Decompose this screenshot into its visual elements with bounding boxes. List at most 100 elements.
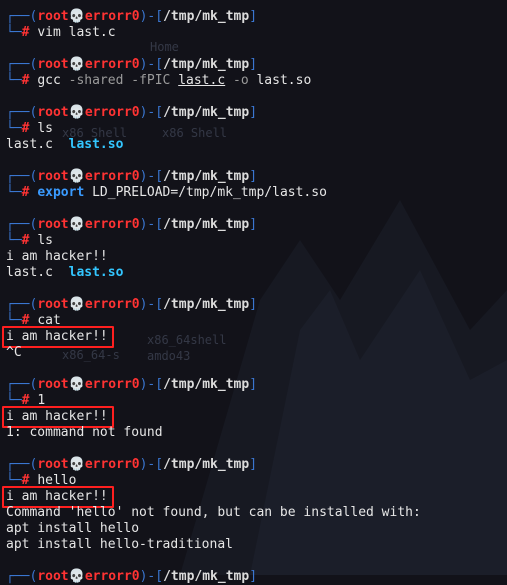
output-line: ^C: [6, 345, 501, 361]
command-text: ls: [37, 233, 53, 248]
skull-icon: 💀: [68, 297, 85, 312]
prompt-user: root: [37, 9, 69, 24]
prompt-bracket-close: ]: [249, 297, 258, 312]
command-line: └─# ls: [6, 233, 501, 249]
prompt-corner: └─: [6, 121, 22, 136]
prompt-line: ┌──(root💀errorr0)-[/tmp/mk_tmp]: [6, 57, 501, 73]
command-text: gcc: [37, 73, 69, 88]
output-line: apt install hello-traditional: [6, 537, 501, 553]
prompt-user: root: [37, 297, 69, 312]
skull-icon: 💀: [68, 377, 85, 392]
prompt-bracket-open: ┌──(: [6, 457, 38, 472]
output-text: last.c: [6, 137, 69, 152]
command-line: └─# export LD_PRELOAD=/tmp/mk_tmp/last.s…: [6, 185, 501, 201]
prompt-bracket-open: ┌──(: [6, 169, 38, 184]
command-text: ls: [37, 121, 53, 136]
output-text: last.c: [6, 265, 69, 280]
output-text: Command 'hello' not found, but can be in…: [6, 505, 421, 520]
output-text: i am hacker!!: [6, 329, 108, 344]
output-text: i am hacker!!: [6, 249, 108, 264]
prompt-directory: /tmp/mk_tmp: [163, 169, 250, 184]
prompt-line: ┌──(root💀errorr0)-[/tmp/mk_tmp]: [6, 457, 501, 473]
terminal-output[interactable]: ┌──(root💀errorr0)-[/tmp/mk_tmp] └─# vim l…: [2, 9, 501, 585]
prompt-separator: )-[: [139, 169, 164, 184]
prompt-user: root: [37, 57, 69, 72]
skull-icon: 💀: [68, 217, 85, 232]
prompt-directory: /tmp/mk_tmp: [163, 105, 250, 120]
command-line: └─# ls: [6, 121, 501, 137]
prompt-bracket-close: ]: [249, 569, 258, 584]
command-line: └─# gcc -shared -fPIC last.c -o last.so: [6, 73, 501, 89]
prompt-bracket-open: ┌──(: [6, 569, 38, 584]
prompt-host: errorr0: [84, 457, 140, 472]
prompt-directory: /tmp/mk_tmp: [163, 57, 250, 72]
output-line: last.c last.so: [6, 265, 501, 281]
prompt-directory: /tmp/mk_tmp: [163, 377, 250, 392]
prompt-corner: └─: [6, 233, 22, 248]
command-line: └─# 1: [6, 393, 501, 409]
prompt-host: errorr0: [84, 169, 140, 184]
command-text: export: [37, 185, 85, 200]
prompt-bracket-close: ]: [249, 217, 258, 232]
prompt-bracket-open: ┌──(: [6, 105, 38, 120]
prompt-bracket-open: ┌──(: [6, 9, 38, 24]
output-text: i am hacker!!: [6, 409, 108, 424]
prompt-line: ┌──(root💀errorr0)-[/tmp/mk_tmp]: [6, 217, 501, 233]
prompt-user: root: [37, 457, 69, 472]
prompt-line: ┌──(root💀errorr0)-[/tmp/mk_tmp]: [6, 169, 501, 185]
output-line: i am hacker!!: [2, 406, 501, 428]
prompt-line: ┌──(root💀errorr0)-[/tmp/mk_tmp]: [6, 9, 501, 25]
output-line: Command 'hello' not found, but can be in…: [6, 505, 501, 521]
prompt-directory: /tmp/mk_tmp: [163, 569, 250, 584]
prompt-corner: └─: [6, 393, 22, 408]
output-line: 1: command not found: [6, 425, 501, 441]
command-line: └─# vim last.c: [6, 25, 501, 41]
prompt-separator: )-[: [139, 217, 164, 232]
prompt-corner: └─: [6, 313, 22, 328]
prompt-bracket-close: ]: [249, 9, 258, 24]
output-line: apt install hello: [6, 521, 501, 537]
prompt-user: root: [37, 169, 69, 184]
command-text: 1: [37, 393, 46, 408]
prompt-host: errorr0: [84, 57, 140, 72]
prompt-bracket-close: ]: [249, 105, 258, 120]
skull-icon: 💀: [68, 105, 85, 120]
prompt-host: errorr0: [84, 569, 140, 584]
prompt-corner: └─: [6, 73, 22, 88]
prompt-corner: └─: [6, 473, 22, 488]
prompt-corner: └─: [6, 185, 22, 200]
prompt-directory: /tmp/mk_tmp: [163, 9, 250, 24]
prompt-host: errorr0: [84, 9, 140, 24]
output-text: apt install hello-traditional: [6, 537, 233, 552]
prompt-directory: /tmp/mk_tmp: [163, 457, 250, 472]
prompt-bracket-close: ]: [249, 377, 258, 392]
command-text: -shared -fPIC: [68, 73, 179, 88]
prompt-directory: /tmp/mk_tmp: [163, 217, 250, 232]
prompt-bracket-close: ]: [249, 57, 258, 72]
prompt-bracket-close: ]: [249, 457, 258, 472]
prompt-host: errorr0: [84, 297, 140, 312]
command-text: -o: [225, 73, 257, 88]
prompt-host: errorr0: [84, 105, 140, 120]
skull-icon: 💀: [68, 57, 85, 72]
command-text: LD_PRELOAD=/tmp/mk_tmp/last.so: [84, 185, 327, 200]
prompt-line: ┌──(root💀errorr0)-[/tmp/mk_tmp]: [6, 377, 501, 393]
prompt-separator: )-[: [139, 377, 164, 392]
command-text: last.c: [178, 73, 226, 88]
prompt-host: errorr0: [84, 377, 140, 392]
output-text: ^C: [6, 345, 22, 360]
prompt-separator: )-[: [139, 9, 164, 24]
prompt-bracket-open: ┌──(: [6, 57, 38, 72]
command-line: └─# hello: [6, 473, 501, 489]
command-text: hello: [37, 473, 77, 488]
output-text: 1: command not found: [6, 425, 163, 440]
output-line: i am hacker!!: [2, 326, 501, 348]
skull-icon: 💀: [68, 569, 85, 584]
prompt-directory: /tmp/mk_tmp: [163, 297, 250, 312]
prompt-bracket-open: ┌──(: [6, 217, 38, 232]
prompt-separator: )-[: [139, 57, 164, 72]
